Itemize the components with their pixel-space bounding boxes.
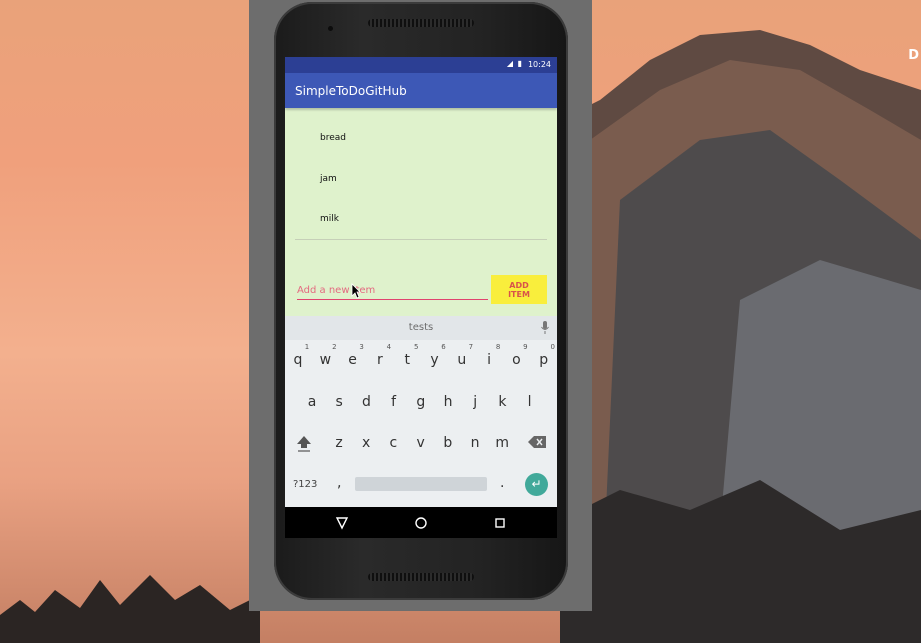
square-recents-icon[interactable] bbox=[493, 516, 507, 530]
soft-keyboard: tests q1w2e3r4t5y6u7i8o9p0 asdfghjkl zxc… bbox=[285, 316, 557, 507]
circle-home-icon[interactable] bbox=[414, 516, 428, 530]
desktop-corner-label: D bbox=[908, 48, 919, 63]
key-p[interactable]: p bbox=[533, 352, 555, 368]
key-k[interactable]: k bbox=[491, 394, 513, 410]
key-hint: 0 bbox=[550, 343, 555, 351]
key-hint: 3 bbox=[359, 343, 364, 351]
triangle-back-icon[interactable] bbox=[335, 516, 349, 530]
key-hint: 4 bbox=[386, 343, 392, 351]
top-speaker-grille bbox=[368, 19, 474, 27]
key-w[interactable]: w bbox=[314, 352, 336, 368]
suggestion-word[interactable]: tests bbox=[285, 322, 557, 333]
key-i[interactable]: i bbox=[478, 352, 500, 368]
key-q[interactable]: q bbox=[287, 352, 309, 368]
key-t[interactable]: t bbox=[396, 352, 418, 368]
key-f[interactable]: f bbox=[383, 394, 405, 410]
comma-key[interactable]: , bbox=[337, 475, 341, 491]
suggestion-strip: tests bbox=[285, 316, 557, 340]
front-camera bbox=[328, 26, 333, 31]
key-hint: 7 bbox=[468, 343, 474, 351]
key-g[interactable]: g bbox=[410, 394, 432, 410]
key-hint: 5 bbox=[413, 343, 419, 351]
key-v[interactable]: v bbox=[410, 435, 432, 451]
key-h[interactable]: h bbox=[437, 394, 459, 410]
new-item-input[interactable] bbox=[297, 281, 488, 300]
status-time: 10:24 bbox=[527, 60, 551, 69]
add-item-button[interactable]: ADD ITEM bbox=[491, 275, 547, 304]
todo-item[interactable]: milk bbox=[320, 214, 339, 224]
key-c[interactable]: c bbox=[382, 435, 404, 451]
key-b[interactable]: b bbox=[437, 435, 459, 451]
key-l[interactable]: l bbox=[519, 394, 541, 410]
key-j[interactable]: j bbox=[464, 394, 486, 410]
key-n[interactable]: n bbox=[464, 435, 486, 451]
signal-battery-icons: ◢ ▮ bbox=[506, 59, 523, 68]
list-divider bbox=[295, 239, 547, 240]
key-hint: 1 bbox=[304, 343, 310, 351]
app-bar: SimpleToDoGitHub bbox=[285, 73, 557, 108]
key-hint: 9 bbox=[523, 343, 528, 351]
key-m[interactable]: m bbox=[491, 435, 513, 451]
key-y[interactable]: y bbox=[424, 352, 446, 368]
key-s[interactable]: s bbox=[328, 394, 350, 410]
app-title: SimpleToDoGitHub bbox=[295, 84, 407, 98]
key-o[interactable]: o bbox=[505, 352, 527, 368]
status-bar: ◢ ▮ 10:24 bbox=[285, 57, 557, 73]
tree-silhouette bbox=[0, 575, 260, 643]
todo-item[interactable]: bread bbox=[320, 133, 346, 143]
key-hint: 2 bbox=[332, 343, 337, 351]
navigation-bar bbox=[285, 507, 557, 538]
todo-item[interactable]: jam bbox=[320, 174, 337, 184]
key-a[interactable]: a bbox=[301, 394, 323, 410]
key-d[interactable]: d bbox=[355, 394, 377, 410]
phone-screen: ◢ ▮ 10:24 SimpleToDoGitHub bread jam mil… bbox=[285, 57, 557, 538]
key-z[interactable]: z bbox=[328, 435, 350, 451]
mountain-wallpaper bbox=[560, 30, 921, 643]
backspace-icon[interactable] bbox=[528, 436, 546, 448]
space-key[interactable] bbox=[355, 477, 487, 491]
key-hint: 6 bbox=[441, 343, 446, 351]
mic-icon[interactable] bbox=[541, 321, 549, 334]
key-r[interactable]: r bbox=[369, 352, 391, 368]
period-key[interactable]: . bbox=[500, 475, 504, 491]
symbols-key[interactable]: ?123 bbox=[293, 479, 317, 490]
key-u[interactable]: u bbox=[451, 352, 473, 368]
key-x[interactable]: x bbox=[355, 435, 377, 451]
bottom-speaker-grille bbox=[368, 573, 474, 581]
key-e[interactable]: e bbox=[342, 352, 364, 368]
enter-key[interactable]: ↵ bbox=[525, 473, 548, 496]
key-hint: 8 bbox=[495, 343, 501, 351]
mouse-cursor-icon bbox=[351, 283, 361, 299]
shift-icon[interactable] bbox=[295, 434, 313, 452]
